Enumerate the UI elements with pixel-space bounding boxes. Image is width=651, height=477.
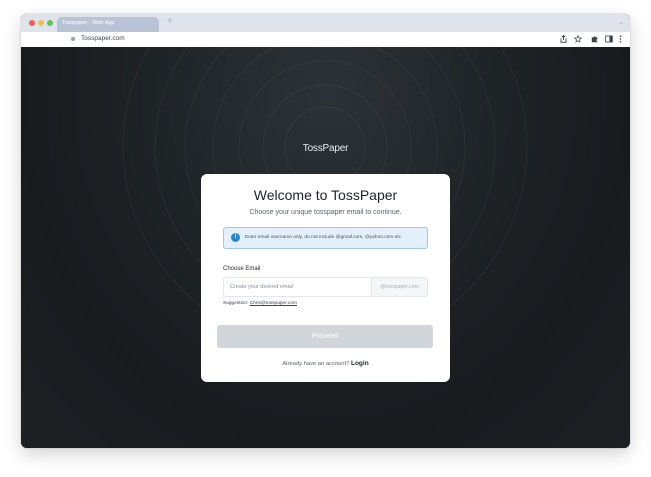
close-window-button[interactable] xyxy=(29,20,35,26)
sidebar-icon[interactable] xyxy=(605,35,613,46)
info-icon: i xyxy=(231,233,240,242)
url-text[interactable]: Tosspaper.com xyxy=(81,35,125,42)
tab-menu-chevron-icon[interactable]: ⌄ xyxy=(619,19,624,26)
new-tab-button[interactable]: + xyxy=(167,16,173,28)
more-icon[interactable] xyxy=(619,35,622,46)
tab-bar: Tosspaper - Web App + ⌄ xyxy=(21,14,630,32)
email-field-label: Choose Email xyxy=(223,266,261,272)
page-title: Welcome to TossPaper xyxy=(253,187,398,203)
tab-title: Tosspaper - Web App xyxy=(62,20,115,26)
browser-tab[interactable]: Tosspaper - Web App xyxy=(57,17,159,32)
page-subtitle: Choose your unique tosspaper email to co… xyxy=(249,209,402,216)
email-username-input[interactable] xyxy=(223,277,371,297)
star-icon[interactable] xyxy=(573,34,583,46)
share-icon[interactable] xyxy=(560,34,567,46)
browser-window: Tosspaper - Web App + ⌄ Tosspaper.com To… xyxy=(21,14,630,448)
brand-logo: TossPaper xyxy=(302,143,349,154)
page-content: TossPaper Welcome to TossPaper Choose yo… xyxy=(21,47,630,448)
signup-card: Welcome to TossPaper Choose your unique … xyxy=(201,174,450,382)
minimize-window-button[interactable] xyxy=(38,20,44,26)
suggestion-label: Suggestion: xyxy=(223,301,249,306)
login-prompt: Already have an account? Login xyxy=(201,360,450,367)
info-banner: i Enter email username only, do not incl… xyxy=(223,227,428,249)
extensions-icon[interactable] xyxy=(591,35,599,46)
login-link[interactable]: Login xyxy=(351,360,369,367)
suggestion-link[interactable]: Chris@tosspaper.com xyxy=(250,301,297,306)
address-bar[interactable]: Tosspaper.com xyxy=(21,32,630,48)
info-text: Enter email username only, do not includ… xyxy=(245,235,402,240)
email-suggestion: Suggestion: Chris@tosspaper.com xyxy=(223,301,297,306)
maximize-window-button[interactable] xyxy=(47,20,53,26)
email-domain-suffix: @tosspaper.com xyxy=(371,277,428,297)
login-prompt-text: Already have an account? xyxy=(282,361,350,367)
proceed-button[interactable]: Proceed xyxy=(217,325,433,348)
site-info-icon[interactable] xyxy=(71,37,75,41)
